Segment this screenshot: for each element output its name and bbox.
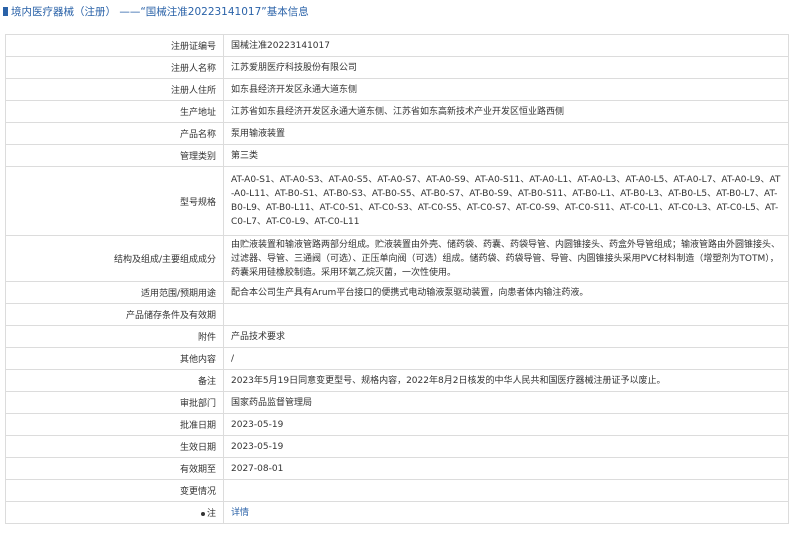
- row-value: 江苏省如东县经济开发区永通大道东侧、江苏省如东高新技术产业开发区恒业路西侧: [223, 100, 789, 123]
- table-row: 结构及组成/主要组成成分 由贮液装置和输液管路两部分组成。贮液装置由外壳、储药袋、…: [5, 235, 789, 282]
- table-row: 附件 产品技术要求: [5, 325, 789, 348]
- row-label: 注册人名称: [5, 56, 224, 79]
- header-bar-icon: [3, 6, 8, 16]
- row-label: 备注: [5, 369, 224, 392]
- row-value: 2027-08-01: [223, 457, 789, 480]
- table-row: 变更情况: [5, 479, 789, 502]
- row-value: [223, 303, 789, 326]
- row-value: 如东县经济开发区永通大道东侧: [223, 78, 789, 101]
- row-value: 国家药品监督管理局: [223, 391, 789, 414]
- table-row: 产品名称 泵用输液装置: [5, 122, 789, 145]
- row-value: AT-A0-S1、AT-A0-S3、AT-A0-S5、AT-A0-S7、AT-A…: [223, 166, 789, 236]
- detail-link[interactable]: 详情: [231, 508, 249, 518]
- table-row: 注册人住所 如东县经济开发区永通大道东侧: [5, 78, 789, 101]
- row-label: 注册证编号: [5, 34, 224, 57]
- table-row: 其他内容 /: [5, 347, 789, 370]
- table-row: 产品储存条件及有效期: [5, 303, 789, 326]
- table-row: 适用范围/预期用途 配合本公司生产具有Arum平台接口的便携式电动输液泵驱动装置，…: [5, 281, 789, 304]
- row-value: 泵用输液装置: [223, 122, 789, 145]
- info-table: 注册证编号 国械注准20223141017 注册人名称 江苏爱朋医疗科技股份有限公司注…: [5, 34, 789, 524]
- table-row: 审批部门 国家药品监督管理局: [5, 391, 789, 414]
- row-label: 生产地址: [5, 100, 224, 123]
- table-row: 有效期至 2027-08-01: [5, 457, 789, 480]
- row-label: 适用范围/预期用途: [5, 281, 224, 304]
- row-label: 产品储存条件及有效期: [5, 303, 224, 326]
- row-label: 附件: [5, 325, 224, 348]
- bullet-icon: [200, 511, 205, 516]
- note-label: 注: [206, 509, 216, 519]
- row-label: 批准日期: [5, 413, 224, 436]
- table-row: 注册人名称 江苏爱朋医疗科技股份有限公司: [5, 56, 789, 79]
- table-row: 注册证编号 国械注准20223141017: [5, 34, 789, 57]
- table-row: 备注 2023年5月19日同意变更型号、规格内容，2022年8月2日核发的中华人民…: [5, 369, 789, 392]
- row-value: 2023年5月19日同意变更型号、规格内容，2022年8月2日核发的中华人民共和…: [223, 369, 789, 392]
- row-value: 江苏爱朋医疗科技股份有限公司: [223, 56, 789, 79]
- row-value: 国械注准20223141017: [223, 34, 789, 57]
- row-label: 产品名称: [5, 122, 224, 145]
- row-label: 型号规格: [5, 166, 224, 236]
- row-label: 管理类别: [5, 144, 224, 167]
- row-value: 第三类: [223, 144, 789, 167]
- row-label: 结构及组成/主要组成成分: [5, 235, 224, 282]
- row-label: 注册人住所: [5, 78, 224, 101]
- row-value: 2023-05-19: [223, 413, 789, 436]
- table-row: 型号规格 AT-A0-S1、AT-A0-S3、AT-A0-S5、AT-A0-S7、…: [5, 166, 789, 236]
- row-value: 产品技术要求: [223, 325, 789, 348]
- note-label-cell: 注: [5, 501, 224, 524]
- page-header: 境内医疗器械（注册） ——“国械注准20223141017”基本信息: [0, 0, 795, 22]
- table-row: 管理类别 第三类: [5, 144, 789, 167]
- row-value: 配合本公司生产具有Arum平台接口的便携式电动输液泵驱动装置，向患者体内输注药液…: [223, 281, 789, 304]
- table-row: 生效日期 2023-05-19: [5, 435, 789, 458]
- note-value: 详情: [223, 501, 789, 524]
- row-label: 变更情况: [5, 479, 224, 502]
- row-label: 生效日期: [5, 435, 224, 458]
- row-value: 由贮液装置和输液管路两部分组成。贮液装置由外壳、储药袋、药囊、药袋导管、内圆锥接…: [223, 235, 789, 282]
- row-label: 审批部门: [5, 391, 224, 414]
- row-value: /: [223, 347, 789, 370]
- note-row: 注 详情: [5, 501, 789, 524]
- table-row: 生产地址 江苏省如东县经济开发区永通大道东侧、江苏省如东高新技术产业开发区恒业路西…: [5, 100, 789, 123]
- row-label: 有效期至: [5, 457, 224, 480]
- row-value: 2023-05-19: [223, 435, 789, 458]
- page-title: 境内医疗器械（注册） ——“国械注准20223141017”基本信息: [11, 5, 309, 18]
- table-row: 批准日期 2023-05-19: [5, 413, 789, 436]
- row-value: [223, 479, 789, 502]
- row-label: 其他内容: [5, 347, 224, 370]
